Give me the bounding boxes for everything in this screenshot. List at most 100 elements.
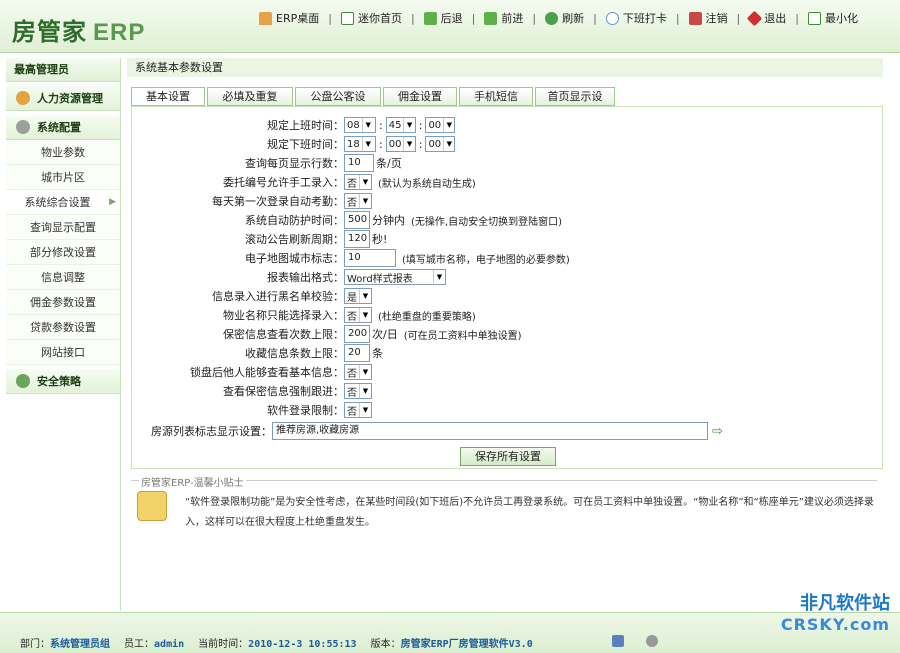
chevron-down-icon: ▼ <box>403 118 414 132</box>
tab-commission[interactable]: 佣金设置 <box>383 87 457 106</box>
login-limit-select[interactable]: 否 ▼ <box>344 402 372 418</box>
secret-view-row: 保密信息查看次数上限： 200 次/日 (可在员工资料中单独设置) <box>132 325 522 343</box>
tab-basic[interactable]: 基本设置 <box>131 87 205 106</box>
top-toolbar: ERP桌面 | 迷你首页 | 后退 | 前进 | 刷新 | 下班打卡 | 注销 | 退出 | 最… <box>250 8 867 28</box>
save-all-button[interactable]: 保存所有设置 <box>460 447 556 466</box>
refresh-button[interactable]: 刷新 <box>536 10 593 26</box>
scroll-refresh-input[interactable]: 120 <box>344 230 370 248</box>
sidebar-group-security[interactable]: 安全策略 <box>6 368 120 394</box>
status-bar: 部门：系统管理员组 员工：admin 当前时间：2010-12-3 10:55:… <box>0 593 900 653</box>
tips-title: 房管家ERP-温馨小贴士 <box>139 474 246 489</box>
lock-icon <box>16 374 30 388</box>
chevron-down-icon: ▼ <box>361 137 374 151</box>
blacklist-select[interactable]: 是 ▼ <box>344 288 372 304</box>
back-button[interactable]: 后退 <box>415 10 472 26</box>
rows-per-page-row: 查询每页显示行数： 10 条/页 <box>132 154 402 172</box>
version-value: 房管家ERP厂房管理软件V3.0 <box>400 639 533 650</box>
delegate-manual-note: (默认为系统自动生成) <box>378 178 476 190</box>
property-select-note: (杜绝重盘的重要策略) <box>378 311 476 323</box>
chevron-down-icon: ▼ <box>359 289 371 303</box>
sidebar-item-loan-params[interactable]: 贷款参数设置 <box>6 315 120 340</box>
work-end-row: 规定下班时间： 18 ▼ : 00 ▼ : 00 ▼ <box>132 135 456 153</box>
time-value: 2010-12-3 10:55:13 <box>248 639 357 650</box>
auto-protect-note: (无操作,自动安全切换到登陆窗口) <box>411 216 562 228</box>
clock-out-button[interactable]: 下班打卡 <box>597 10 676 26</box>
list-flag-row: 房源列表标志显示设置： 推荐房源,收藏房源 ⇨ <box>132 422 723 440</box>
sidebar-item-commission-params[interactable]: 佣金参数设置 <box>6 290 120 315</box>
property-select-select[interactable]: 否 ▼ <box>344 307 372 323</box>
mini-home-button[interactable]: 迷你首页 <box>332 10 411 26</box>
forward-icon <box>484 11 498 25</box>
forward-button[interactable]: 前进 <box>475 10 532 26</box>
delegate-manual-select[interactable]: 否 ▼ <box>344 174 372 190</box>
sidebar-item-query-display[interactable]: 查询显示配置 <box>6 215 120 240</box>
sidebar-group-config[interactable]: 系统配置 <box>6 114 120 140</box>
work-start-second-select[interactable]: 00 ▼ <box>425 117 456 133</box>
window-icon[interactable] <box>612 635 624 647</box>
report-format-select[interactable]: Word样式报表 ▼ <box>344 269 446 285</box>
work-start-minute-select[interactable]: 45 ▼ <box>385 117 416 133</box>
report-format-row: 报表输出格式： Word样式报表 ▼ <box>132 268 446 286</box>
locked-view-label: 锁盘后他人能够查看基本信息： <box>190 366 344 379</box>
locked-view-select[interactable]: 否 ▼ <box>344 364 372 380</box>
settings-gear-icon[interactable] <box>646 635 658 647</box>
sidebar-role-title: 最高管理员 <box>6 58 120 82</box>
sidebar-item-property-params[interactable]: 物业参数 <box>6 140 120 165</box>
blacklist-row: 信息录入进行黑名单校验： 是 ▼ <box>132 287 372 305</box>
tab-public[interactable]: 公盘公客设置 <box>295 87 381 120</box>
settings-tabs: 基本设置 必填及重复判定 公盘公客设置 佣金设置 手机短信 首页显示设置 <box>131 87 617 120</box>
report-format-label: 报表输出格式： <box>267 271 344 284</box>
fav-limit-input[interactable]: 20 <box>344 344 370 362</box>
chevron-down-icon: ▼ <box>433 270 445 284</box>
work-start-row: 规定上班时间： 08 ▼ : 45 ▼ : 00 ▼ <box>132 116 456 134</box>
chevron-down-icon: ▼ <box>359 365 371 379</box>
work-end-second-select[interactable]: 00 ▼ <box>425 136 456 152</box>
work-end-minute-select[interactable]: 00 ▼ <box>385 136 416 152</box>
tab-sms[interactable]: 手机短信 <box>459 87 533 106</box>
tab-required[interactable]: 必填及重复判定 <box>207 87 293 120</box>
sidebar-item-info-adjust[interactable]: 信息调整 <box>6 265 120 290</box>
property-select-label: 物业名称只能选择录入： <box>223 309 344 322</box>
sidebar-item-city-area[interactable]: 城市片区 <box>6 165 120 190</box>
logout-icon <box>688 11 702 25</box>
login-limit-row: 软件登录限制： 否 ▼ <box>132 401 372 419</box>
secret-view-suffix: 次/日 <box>372 328 398 341</box>
chevron-right-icon: ▶ <box>109 197 116 207</box>
erp-desktop-button[interactable]: ERP桌面 <box>250 10 328 26</box>
locked-view-row: 锁盘后他人能够查看基本信息： 否 ▼ <box>132 363 372 381</box>
delegate-manual-label: 委托编号允许手工录入： <box>223 176 344 189</box>
tab-homepage[interactable]: 首页显示设置 <box>535 87 615 120</box>
auto-attend-select[interactable]: 否 ▼ <box>344 193 372 209</box>
auto-protect-row: 系统自动防护时间： 500 分钟内 (无操作,自动安全切换到登陆窗口) <box>132 211 562 229</box>
chevron-down-icon: ▼ <box>361 118 374 132</box>
chevron-down-icon: ▼ <box>359 384 371 398</box>
gear-icon <box>16 120 30 134</box>
settings-panel: 规定上班时间： 08 ▼ : 45 ▼ : 00 ▼ 规定下班时间： 18 ▼ : 00… <box>131 106 883 469</box>
secret-followup-select[interactable]: 否 ▼ <box>344 383 372 399</box>
sidebar-group-hr[interactable]: 人力资源管理 <box>6 85 120 111</box>
secret-view-input[interactable]: 200 <box>344 325 370 343</box>
login-limit-label: 软件登录限制： <box>267 404 344 417</box>
auto-protect-input[interactable]: 500 <box>344 211 370 229</box>
sidebar-item-system-settings[interactable]: 系统综合设置 ▶ <box>6 190 120 215</box>
arrow-right-icon[interactable]: ⇨ <box>712 424 723 439</box>
chevron-down-icon: ▼ <box>359 308 371 322</box>
work-end-hour-select[interactable]: 18 ▼ <box>344 136 376 152</box>
sidebar: 最高管理员 人力资源管理 系统配置 物业参数 城市片区 系统综合设置 ▶ 查询显示… <box>6 58 121 611</box>
lightbulb-book-icon <box>137 491 167 521</box>
list-flag-input[interactable]: 推荐房源,收藏房源 <box>272 422 708 440</box>
blacklist-label: 信息录入进行黑名单校验： <box>212 290 344 303</box>
auto-protect-label: 系统自动防护时间： <box>245 214 344 227</box>
work-start-hour-select[interactable]: 08 ▼ <box>344 117 376 133</box>
logout-button[interactable]: 注销 <box>680 10 737 26</box>
sidebar-item-partial-edit[interactable]: 部分修改设置 <box>6 240 120 265</box>
map-city-row: 电子地图城市标志： 10 (填写城市名称，电子地图的必要参数) <box>132 249 570 267</box>
breadcrumb: 系统基本参数设置 <box>127 58 883 77</box>
map-city-input[interactable]: 10 <box>344 249 396 267</box>
rows-per-page-label: 查询每页显示行数： <box>245 157 344 170</box>
sidebar-item-website-api[interactable]: 网站接口 <box>6 340 120 365</box>
minimize-button[interactable]: 最小化 <box>799 10 867 26</box>
map-city-label: 电子地图城市标志： <box>245 252 344 265</box>
rows-per-page-input[interactable]: 10 <box>344 154 374 172</box>
exit-button[interactable]: 退出 <box>740 10 795 26</box>
